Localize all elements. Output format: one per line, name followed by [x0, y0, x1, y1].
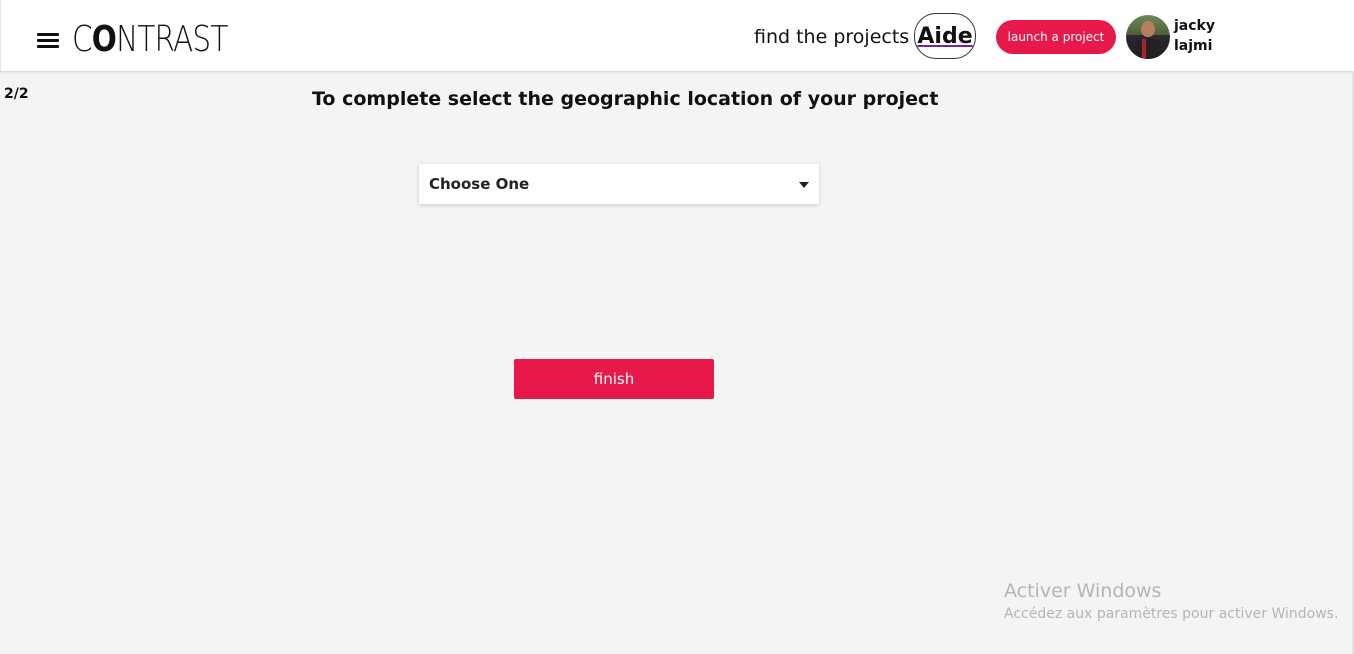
location-select[interactable]: Choose One	[419, 164, 819, 204]
avatar-shirt	[1135, 39, 1161, 59]
step-indicator: 2/2	[4, 86, 29, 102]
select-value: Choose One	[429, 175, 530, 193]
logo-letter-c: C	[72, 19, 93, 60]
logo-letters-rest: NTRAST	[116, 19, 228, 60]
aide-button[interactable]: Aide	[914, 13, 976, 59]
avatar-stripe	[1142, 39, 1146, 59]
user-avatar[interactable]	[1126, 15, 1170, 59]
avatar-face	[1141, 21, 1155, 37]
windows-activation-subtitle: Accédez aux paramètres pour activer Wind…	[1004, 606, 1339, 622]
user-name[interactable]: jacky lajmi	[1174, 16, 1234, 56]
page-title: To complete select the geographic locati…	[312, 88, 939, 110]
left-edge	[0, 0, 1, 71]
finish-button[interactable]: finish	[514, 359, 714, 399]
top-navbar: CONTRAST find the projects Aide launch a…	[0, 0, 1354, 72]
windows-activation-title: Activer Windows	[1004, 580, 1162, 602]
launch-project-button[interactable]: launch a project	[996, 20, 1116, 54]
chevron-down-icon	[799, 182, 809, 188]
contrast-logo[interactable]: CONTRAST	[72, 20, 228, 60]
logo-letter-o: O	[91, 19, 117, 60]
find-projects-link[interactable]: find the projects	[754, 24, 909, 50]
user-last-name: lajmi	[1174, 38, 1213, 54]
hamburger-menu-icon[interactable]	[37, 33, 59, 49]
user-first-name: jacky	[1174, 18, 1215, 34]
